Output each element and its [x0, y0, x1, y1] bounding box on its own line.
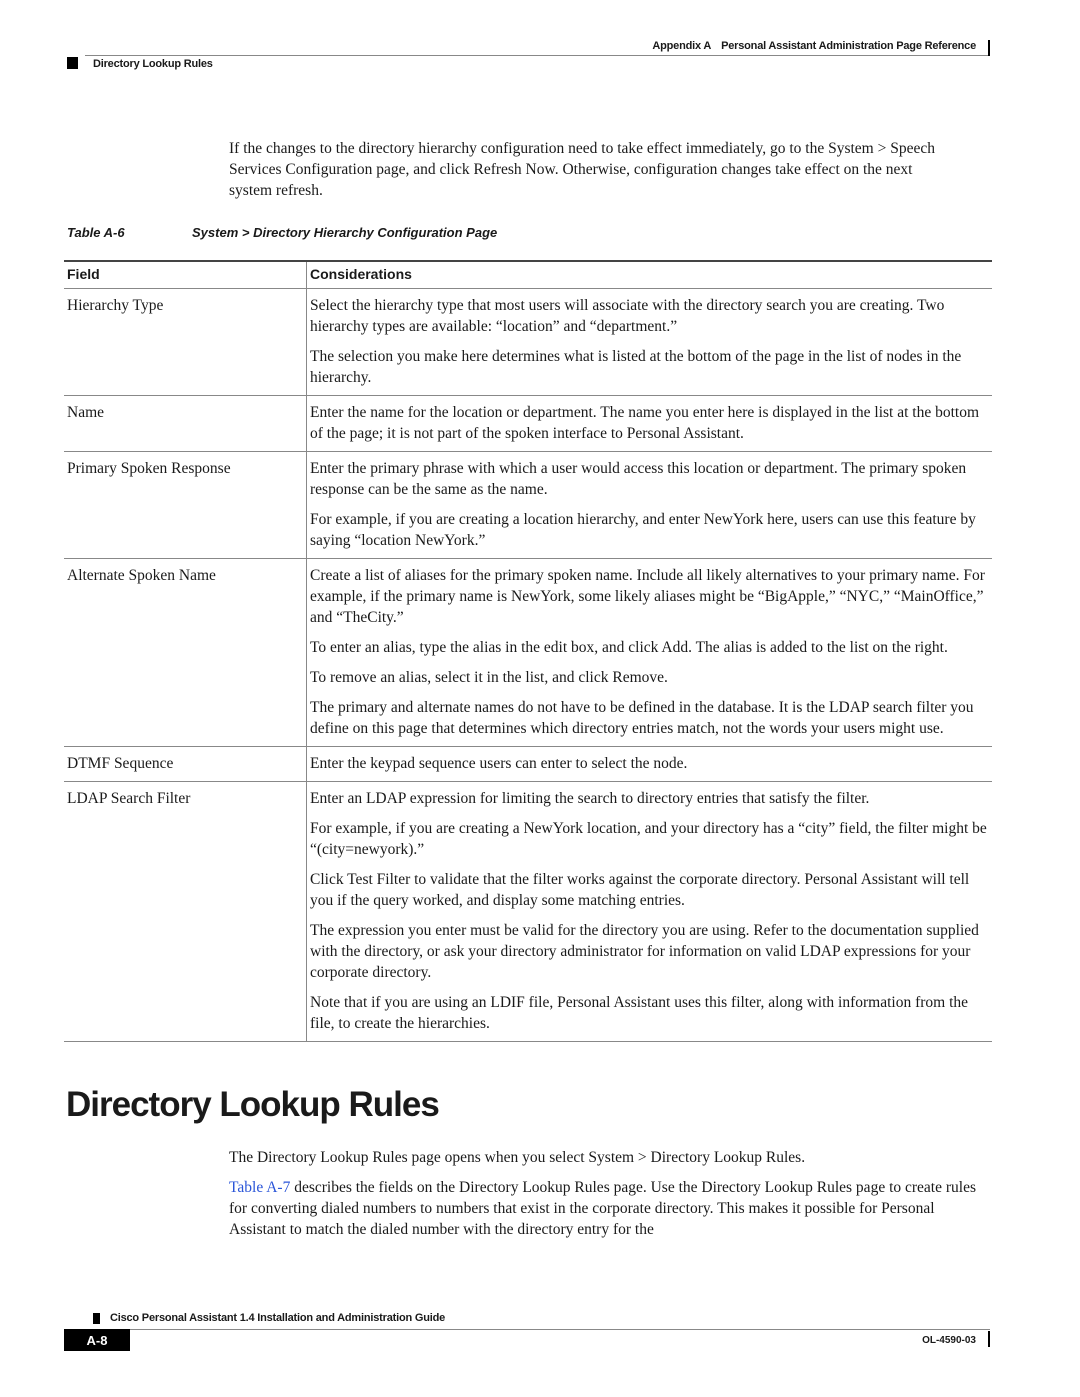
column-header-considerations: Considerations — [306, 260, 992, 289]
footer-divider — [93, 1329, 990, 1330]
considerations-cell: Enter the keypad sequence users can ente… — [306, 746, 992, 782]
consideration-paragraph: The selection you make here determines w… — [310, 348, 962, 386]
field-name: Hierarchy Type — [64, 288, 307, 396]
consideration-paragraph: For example, if you are creating a locat… — [310, 511, 976, 549]
section-paragraph-2: Table A-7 describes the fields on the Di… — [229, 1177, 989, 1240]
section-paragraph-1: The Directory Lookup Rules page opens wh… — [229, 1149, 806, 1166]
consideration-paragraph: For example, if you are creating a NewYo… — [310, 820, 987, 858]
field-name: DTMF Sequence — [64, 746, 307, 782]
consideration-paragraph: The primary and alternate names do not h… — [310, 699, 974, 737]
consideration-paragraph: Click Test Filter to validate that the f… — [310, 871, 970, 909]
hierarchy-config-table: Field Considerations Hierarchy Type Selec… — [64, 260, 992, 1042]
header-divider — [85, 55, 988, 56]
considerations-cell: Enter the primary phrase with which a us… — [306, 451, 992, 559]
consideration-paragraph: Create a list of aliases for the primary… — [310, 567, 985, 626]
considerations-cell: Create a list of aliases for the primary… — [306, 558, 992, 747]
consideration-paragraph: To remove an alias, select it in the lis… — [310, 669, 668, 686]
section-paragraph-2-text: describes the fields on the Directory Lo… — [229, 1179, 976, 1238]
section-heading: Directory Lookup Rules — [66, 1085, 440, 1124]
table-row: Hierarchy Type Select the hierarchy type … — [64, 288, 992, 396]
consideration-paragraph: Note that if you are using an LDIF file,… — [310, 994, 969, 1032]
considerations-cell: Enter the name for the location or depar… — [306, 395, 992, 452]
consideration-paragraph: Select the hierarchy type that most user… — [310, 297, 945, 335]
table-row: Alternate Spoken Name Create a list of al… — [64, 558, 992, 747]
table-row: DTMF Sequence Enter the keypad sequence u… — [64, 746, 992, 782]
table-row: Primary Spoken Response Enter the primary… — [64, 451, 992, 559]
intro-paragraph: If the changes to the directory hierarch… — [229, 140, 935, 199]
consideration-paragraph: Enter an LDAP expression for limiting th… — [310, 790, 870, 807]
footer-rule-bar — [988, 1331, 990, 1347]
table-title: System > Directory Hierarchy Configurati… — [192, 225, 498, 240]
consideration-paragraph: Enter the keypad sequence users can ente… — [310, 755, 688, 772]
field-name: Primary Spoken Response — [64, 451, 307, 559]
chapter-title: Personal Assistant Administration Page R… — [721, 40, 976, 52]
consideration-paragraph: To enter an alias, type the alias in the… — [310, 639, 948, 656]
table-number: Table A-6 — [67, 225, 125, 240]
running-section: Directory Lookup Rules — [93, 58, 213, 70]
considerations-cell: Select the hierarchy type that most user… — [306, 288, 992, 396]
page-number: A-8 — [64, 1329, 130, 1351]
consideration-paragraph: Enter the primary phrase with which a us… — [310, 460, 967, 498]
field-name: LDAP Search Filter — [64, 781, 307, 1042]
appendix-label: Appendix A — [652, 40, 712, 52]
table-header-row: Field Considerations — [64, 260, 992, 289]
section-marker-icon — [67, 57, 78, 69]
footer-marker-icon — [93, 1313, 100, 1324]
column-header-field: Field — [64, 260, 307, 289]
running-header: Appendix A Personal Assistant Administrat… — [652, 40, 976, 52]
table-a7-link[interactable]: Table A-7 — [229, 1179, 290, 1196]
field-name: Name — [64, 395, 307, 452]
field-name: Alternate Spoken Name — [64, 558, 307, 747]
table-row: Name Enter the name for the location or d… — [64, 395, 992, 452]
consideration-paragraph: Enter the name for the location or depar… — [310, 404, 980, 442]
considerations-cell: Enter an LDAP expression for limiting th… — [306, 781, 992, 1042]
header-rule-bar — [988, 40, 990, 56]
table-row: LDAP Search Filter Enter an LDAP expressi… — [64, 781, 992, 1042]
document-number: OL-4590-03 — [922, 1335, 976, 1346]
table-caption: Table A-6 System > Directory Hierarchy Co… — [67, 225, 497, 240]
consideration-paragraph: The expression you enter must be valid f… — [310, 922, 979, 981]
guide-title: Cisco Personal Assistant 1.4 Installatio… — [110, 1312, 446, 1324]
